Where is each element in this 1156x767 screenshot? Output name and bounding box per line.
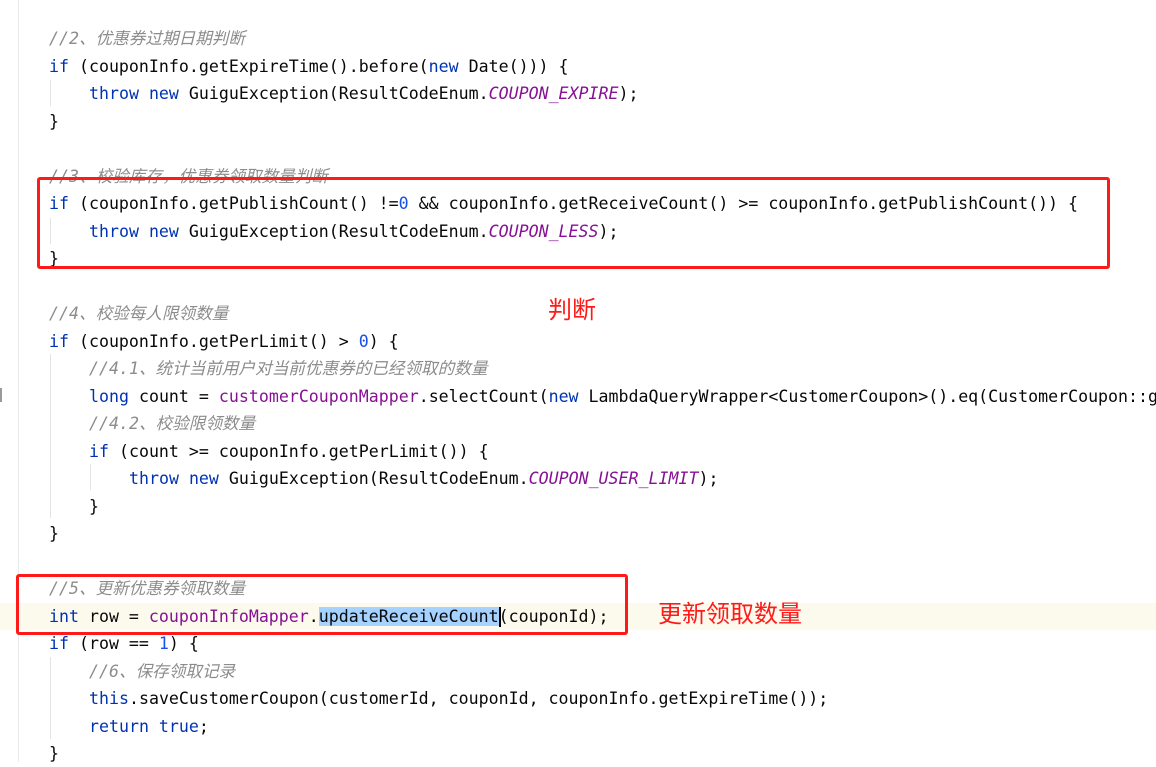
annotation-note-update: 更新领取数量 — [658, 600, 802, 628]
keyword: new — [428, 56, 459, 76]
keyword: if — [89, 441, 109, 461]
code-line[interactable]: if (couponInfo.getExpireTime().before(ne… — [0, 53, 1156, 80]
code-line[interactable]: } — [0, 520, 1156, 547]
indent-guide — [90, 464, 91, 490]
code-text: ; — [198, 716, 209, 736]
code-text: ); — [698, 469, 719, 488]
code-text: } — [49, 111, 59, 131]
code-text: .saveCustomerCoupon(customerId, couponId… — [128, 689, 829, 708]
code-line[interactable]: } — [0, 493, 1156, 520]
keyword: throw new — [89, 84, 179, 103]
code-text: count = — [128, 386, 219, 406]
field-name: customerCouponMapper — [218, 386, 419, 406]
keyword: if — [49, 331, 69, 351]
code-text: ); — [618, 84, 639, 103]
code-line[interactable]: //4.1、统计当前用户对当前优惠券的已经领取的数量 — [0, 355, 1156, 382]
code-line[interactable]: return true; — [0, 713, 1156, 740]
code-line[interactable]: long count = customerCouponMapper.select… — [0, 383, 1156, 410]
code-text: ) { — [368, 331, 399, 351]
code-line[interactable]: //4.2、校验限领数量 — [0, 410, 1156, 437]
annotation-box-stock-check — [37, 177, 1110, 269]
code-line[interactable] — [0, 548, 1156, 575]
keyword: if — [49, 56, 69, 76]
keyword: throw new — [129, 469, 219, 488]
indent-guide — [50, 657, 51, 739]
comment: //4、校验每人限领数量 — [49, 304, 229, 323]
code-text: GuiguException(ResultCodeEnum. — [178, 84, 489, 103]
code-text: (count >= couponInfo.getPerLimit()) { — [108, 441, 489, 461]
code-text: } — [49, 524, 59, 543]
comment: //6、保存领取记录 — [89, 661, 236, 681]
keyword: return true — [89, 716, 199, 736]
annotation-box-update-count — [16, 574, 628, 635]
code-text: } — [49, 744, 59, 763]
keyword: long — [89, 386, 129, 406]
number-literal: 0 — [358, 331, 369, 351]
code-text: GuiguException(ResultCodeEnum. — [218, 469, 529, 488]
comment: //4.1、统计当前用户对当前优惠券的已经领取的数量 — [89, 359, 488, 378]
code-text: LambdaQueryWrapper<CustomerCoupon>().eq(… — [578, 386, 1156, 406]
code-line[interactable]: if (count >= couponInfo.getPerLimit()) { — [0, 438, 1156, 465]
code-text: } — [89, 496, 99, 516]
enum-constant: COUPON_EXPIRE — [488, 84, 619, 103]
comment: //2、优惠券过期日期判断 — [49, 29, 245, 48]
code-line[interactable]: } — [0, 740, 1156, 767]
number-literal: 1 — [158, 634, 169, 653]
code-line[interactable]: throw new GuiguException(ResultCodeEnum.… — [0, 80, 1156, 107]
code-line[interactable]: throw new GuiguException(ResultCodeEnum.… — [0, 465, 1156, 492]
keyword: this — [89, 689, 129, 708]
code-line[interactable]: //6、保存领取记录 — [0, 658, 1156, 685]
enum-constant: COUPON_USER_LIMIT — [528, 469, 699, 488]
comment: //4.2、校验限领数量 — [89, 414, 256, 433]
code-text: (row == — [68, 634, 159, 653]
indent-guide — [50, 354, 51, 518]
code-line[interactable]: } — [0, 108, 1156, 135]
code-text: (couponInfo.getExpireTime().before( — [68, 56, 429, 76]
keyword: new — [548, 386, 579, 406]
code-text: (couponInfo.getPerLimit() > — [68, 331, 359, 351]
code-text: ) { — [168, 634, 199, 653]
annotation-note-judge: 判断 — [548, 296, 596, 324]
keyword: if — [49, 634, 69, 653]
code-line[interactable]: //2、优惠券过期日期判断 — [0, 25, 1156, 52]
code-line[interactable] — [0, 135, 1156, 162]
code-line[interactable]: this.saveCustomerCoupon(customerId, coup… — [0, 685, 1156, 712]
code-line[interactable]: if (couponInfo.getPerLimit() > 0) { — [0, 328, 1156, 355]
code-text: Date())) { — [458, 56, 569, 76]
indent-guide — [50, 80, 51, 106]
code-text: .selectCount( — [418, 386, 549, 406]
